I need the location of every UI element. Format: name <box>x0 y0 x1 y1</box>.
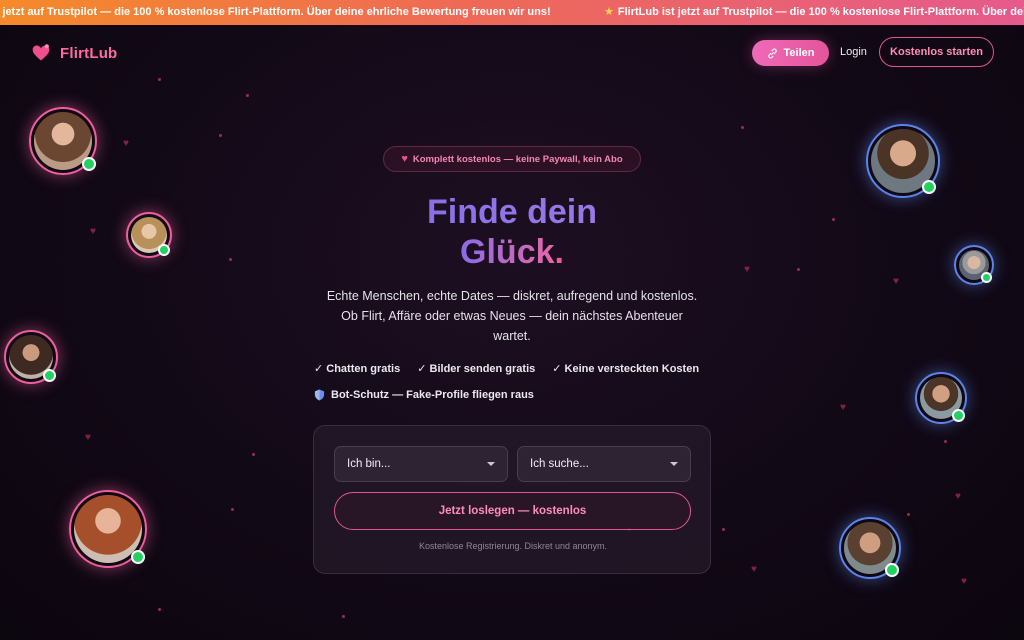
get-started-button[interactable]: Jetzt loslegen — kostenlos <box>334 492 691 530</box>
feature-item: ✓ Bilder senden gratis <box>417 363 536 375</box>
bot-protection: Bot-Schutz — Fake-Profile fliegen raus <box>314 389 534 401</box>
online-status-dot <box>131 550 145 564</box>
chevron-down-icon <box>487 462 495 466</box>
free-badge-text: Komplett kostenlos — keine Paywall, kein… <box>412 153 623 165</box>
hero-title: Finde dein Glück. <box>312 192 712 272</box>
profile-avatar[interactable] <box>126 212 172 258</box>
online-status-dot <box>43 369 56 382</box>
free-badge: ♥ Komplett kostenlos — keine Paywall, ke… <box>383 146 641 172</box>
looking-for-select[interactable]: Ich suche... <box>517 446 691 482</box>
decor-lips-icon: ♥ <box>893 276 899 287</box>
online-status-dot <box>981 272 992 283</box>
bot-protection-text: Bot-Schutz — Fake-Profile fliegen raus <box>331 389 534 401</box>
decor-particle <box>229 258 232 261</box>
banner-text-2-content: FlirtLub ist jetzt auf Trustpilot — die … <box>617 6 1024 18</box>
logo[interactable]: FlirtLub <box>31 43 117 63</box>
banner-text-1: ub ist jetzt auf Trustpilot — die 100 % … <box>0 6 551 18</box>
hero-title-line1: Finde dein <box>312 192 712 232</box>
star-icon: ★ <box>604 6 614 18</box>
profile-avatar[interactable] <box>866 124 940 198</box>
i-am-value: Ich bin... <box>347 458 391 470</box>
subtitle-line-3: wartet. <box>493 329 531 343</box>
online-status-dot <box>952 409 965 422</box>
profile-avatar[interactable] <box>839 517 901 579</box>
profile-avatar[interactable] <box>69 490 147 568</box>
decor-lips-icon: ♥ <box>90 226 96 237</box>
online-status-dot <box>922 180 936 194</box>
profile-avatar[interactable] <box>29 107 97 175</box>
announcement-banner[interactable]: ub ist jetzt auf Trustpilot — die 100 % … <box>0 0 1024 25</box>
decor-particle <box>832 218 835 221</box>
decor-lips-icon: ♥ <box>123 138 129 149</box>
login-link[interactable]: Login <box>840 46 867 58</box>
decor-lips-icon: ♥ <box>955 491 961 502</box>
decor-lips-icon: ♥ <box>751 564 757 575</box>
decor-particle <box>158 78 161 81</box>
decor-particle <box>158 608 161 611</box>
heart-logo-icon <box>32 44 50 61</box>
decor-particle <box>231 508 234 511</box>
hero-subtitle: Echte Menschen, echte Dates — diskret, a… <box>307 286 717 346</box>
decor-particle <box>741 126 744 129</box>
decor-particle <box>219 134 222 137</box>
decor-lips-icon: ♥ <box>744 264 750 275</box>
feature-list: ✓ Chatten gratis ✓ Bilder senden gratis … <box>314 362 699 375</box>
share-label: Teilen <box>783 47 815 59</box>
decor-particle <box>246 94 249 97</box>
hero-title-line2: Glück <box>460 233 555 271</box>
profile-avatar[interactable] <box>4 330 58 384</box>
signup-card: Ich bin... Ich suche... Jetzt loslegen —… <box>313 425 711 574</box>
decor-lips-icon: ♥ <box>840 402 846 413</box>
start-free-button[interactable]: Kostenlos starten <box>879 37 994 67</box>
decor-lips-icon: ♥ <box>85 432 91 443</box>
decor-particle <box>342 615 345 618</box>
looking-for-value: Ich suche... <box>530 458 589 470</box>
profile-avatar[interactable] <box>954 245 994 285</box>
decor-particle <box>722 528 725 531</box>
profile-avatar[interactable] <box>915 372 967 424</box>
i-am-select[interactable]: Ich bin... <box>334 446 508 482</box>
registration-note: Kostenlose Registrierung. Diskret und an… <box>418 541 608 551</box>
online-status-dot <box>885 563 899 577</box>
banner-text-2: ★ FlirtLub ist jetzt auf Trustpilot — die… <box>604 0 1024 25</box>
shield-icon <box>314 389 325 401</box>
online-status-dot <box>158 244 170 256</box>
chevron-down-icon <box>670 462 678 466</box>
link-icon <box>767 48 777 58</box>
decor-lips-icon: ♥ <box>961 576 967 587</box>
subtitle-line-2: Ob Flirt, Affäre oder etwas Neues — dein… <box>341 309 683 323</box>
online-status-dot <box>82 157 96 171</box>
decor-particle <box>944 440 947 443</box>
heart-icon: ♥ <box>401 153 408 165</box>
share-button[interactable]: Teilen <box>752 40 829 66</box>
feature-item: ✓ Keine versteckten Kosten <box>552 363 700 375</box>
logo-text: FlirtLub <box>60 44 118 62</box>
feature-item: ✓ Chatten gratis <box>314 363 401 375</box>
decor-particle <box>907 513 910 516</box>
decor-particle <box>252 453 255 456</box>
hero-title-dot: . <box>554 233 564 271</box>
subtitle-line-1: Echte Menschen, echte Dates — diskret, a… <box>326 289 698 303</box>
decor-particle <box>797 268 800 271</box>
